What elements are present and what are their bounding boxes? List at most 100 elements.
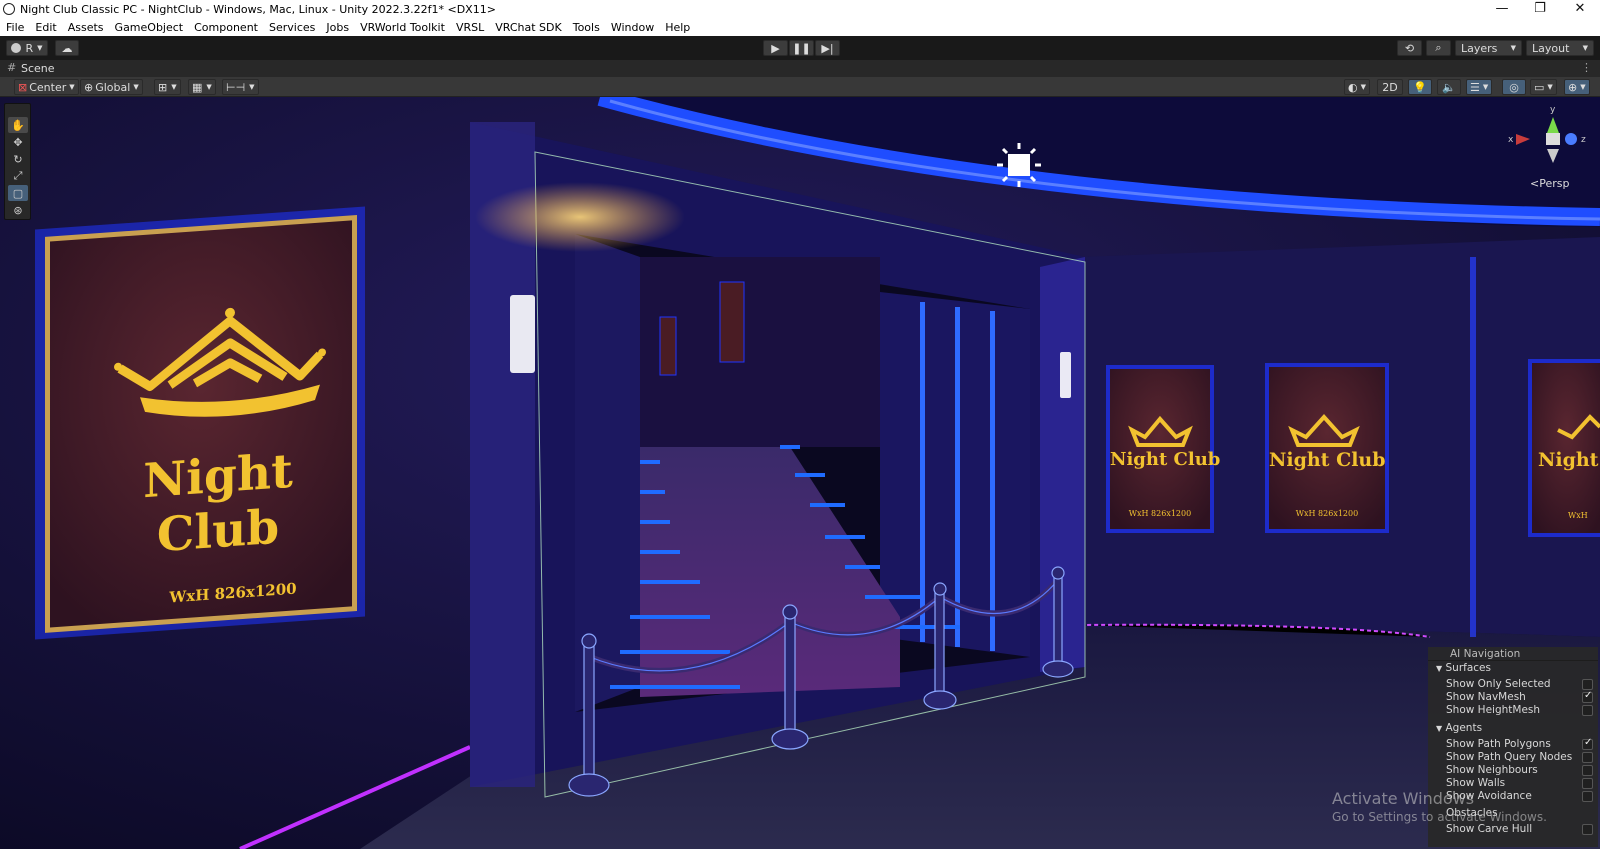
menu-edit[interactable]: Edit	[35, 19, 56, 36]
menu-help[interactable]: Help	[665, 19, 690, 36]
layers-label: Layers	[1461, 41, 1498, 55]
lightbulb-icon: 💡	[1413, 80, 1427, 94]
menu-gameobject[interactable]: GameObject	[115, 19, 184, 36]
pause-button[interactable]: ❚❚	[789, 40, 814, 56]
menu-tools[interactable]: Tools	[573, 19, 600, 36]
chevron-down-icon: ▼	[1510, 44, 1516, 52]
menu-file[interactable]: File	[6, 19, 24, 36]
show-navmesh-checkbox[interactable]	[1582, 690, 1593, 703]
scene-visibility-toggle[interactable]: ◎	[1502, 79, 1526, 95]
cloud-icon: ☁	[61, 41, 73, 55]
ai-navigation-header[interactable]: AI Navigation	[1428, 647, 1598, 661]
account-icon	[11, 43, 22, 53]
chevron-down-icon: ▼	[1547, 83, 1553, 91]
show-path-polygons-checkbox[interactable]	[1582, 737, 1593, 750]
shading-mode-dropdown[interactable]: ◐ ▼	[1344, 79, 1370, 95]
scene-tab-icon: #	[7, 61, 17, 74]
agents-label: Agents	[1445, 722, 1483, 734]
close-button[interactable]: ✕	[1570, 1, 1590, 16]
chevron-down-icon: ▼	[133, 83, 139, 91]
audio-toggle-button[interactable]: 🔈	[1437, 79, 1461, 95]
agents-section-toggle[interactable]: ▼ Agents	[1436, 722, 1482, 734]
poster-night-club-small-2	[1265, 363, 1389, 533]
show-avoidance-label: Show Avoidance	[1446, 790, 1532, 802]
grid-visibility-button[interactable]: ▦ ▼	[188, 79, 216, 95]
undo-history-button[interactable]: ⟲	[1397, 40, 1422, 56]
search-button[interactable]: ⌕	[1426, 40, 1451, 56]
hand-tool-icon[interactable]: ✋	[8, 117, 28, 133]
gizmos-dropdown[interactable]: ⊕ ▼	[1564, 79, 1590, 95]
cloud-button[interactable]: ☁	[55, 40, 79, 56]
rect-tool-icon[interactable]: ▢	[8, 185, 28, 201]
lighting-toggle-button[interactable]: 💡	[1408, 79, 1432, 95]
pivot-mode-dropdown[interactable]: ⊠ Center ▼	[14, 79, 79, 95]
grid-icon: ▦	[192, 80, 203, 94]
eye-slash-icon: ◎	[1509, 80, 1519, 94]
show-heightmesh-checkbox[interactable]	[1582, 705, 1593, 716]
maximize-button[interactable]: ❐	[1530, 1, 1550, 16]
menu-vrchat-sdk[interactable]: VRChat SDK	[495, 19, 562, 36]
step-button[interactable]: ▶|	[815, 40, 840, 56]
pivot-rotation-dropdown[interactable]: ⊕ Global ▼	[80, 79, 143, 95]
show-path-query-nodes-checkbox[interactable]	[1582, 752, 1593, 763]
effects-layers-icon: ☰	[1470, 80, 1480, 94]
play-button[interactable]: ▶	[763, 40, 788, 56]
chevron-down-icon: ▼	[1482, 83, 1489, 91]
menu-window[interactable]: Window	[611, 19, 654, 36]
layout-label: Layout	[1532, 41, 1570, 55]
increment-snap-button[interactable]: ⊢⊣ ▼	[222, 79, 259, 95]
scale-tool-icon[interactable]: ⤢	[8, 168, 28, 184]
chevron-down-icon: ▼	[37, 44, 43, 52]
menu-jobs[interactable]: Jobs	[326, 19, 349, 36]
window-title: Night Club Classic PC - NightClub - Wind…	[20, 3, 496, 16]
minimize-button[interactable]: —	[1492, 1, 1512, 16]
grid-snapping-button[interactable]: ⊞ ▼	[154, 79, 181, 95]
poster-partial-title: Night	[1538, 449, 1599, 471]
grid-snap-icon: ⊞	[158, 80, 168, 94]
chevron-down-icon: ▼	[1436, 664, 1443, 673]
history-icon: ⟲	[1404, 41, 1415, 55]
effects-dropdown[interactable]: ☰ ▼	[1466, 79, 1493, 95]
scene-viewport[interactable]: Night Club WxH 826x1200 Night Club WxH 8…	[0, 97, 1600, 849]
menu-assets[interactable]: Assets	[68, 19, 104, 36]
show-walls-checkbox[interactable]	[1582, 778, 1593, 789]
tab-scene[interactable]: Scene	[21, 62, 55, 75]
layers-dropdown[interactable]: Layers ▼	[1455, 40, 1522, 56]
projection-label: Persp	[1539, 177, 1570, 190]
audio-icon: 🔈	[1442, 80, 1456, 94]
obstacles-section-label[interactable]: Obstacles	[1446, 807, 1498, 819]
show-only-selected-label: Show Only Selected	[1446, 678, 1551, 690]
space-label: Global	[95, 80, 131, 94]
move-tool-icon[interactable]: ✥	[8, 134, 28, 150]
show-only-selected-checkbox[interactable]	[1582, 679, 1593, 690]
step-icon: ▶|	[821, 41, 834, 55]
projection-toggle[interactable]: <Persp	[1530, 177, 1569, 190]
menu-vrsl[interactable]: VRSL	[456, 19, 484, 36]
menu-services[interactable]: Services	[269, 19, 315, 36]
account-dropdown[interactable]: R ▼	[6, 40, 48, 56]
pivot-label: Center	[29, 80, 67, 94]
ai-navigation-title: AI Navigation	[1450, 648, 1521, 660]
rotate-tool-icon[interactable]: ↻	[8, 151, 28, 167]
show-walls-label: Show Walls	[1446, 777, 1506, 789]
chevron-down-icon: ▼	[69, 83, 75, 91]
chevron-down-icon: ▼	[1360, 83, 1366, 91]
poster-night-club-large	[35, 206, 365, 640]
search-icon: ⌕	[1435, 41, 1442, 54]
show-avoidance-checkbox[interactable]	[1582, 791, 1593, 802]
show-carve-hull-checkbox[interactable]	[1582, 824, 1593, 835]
menu-component[interactable]: Component	[194, 19, 258, 36]
layout-dropdown[interactable]: Layout ▼	[1526, 40, 1594, 56]
show-neighbours-checkbox[interactable]	[1582, 765, 1593, 776]
transform-tool-icon[interactable]: ⊛	[8, 202, 28, 218]
camera-settings-dropdown[interactable]: ▭ ▼	[1530, 79, 1557, 95]
poster-small-1-title: Night Club	[1110, 449, 1221, 470]
toggle-2d-button[interactable]: 2D	[1377, 79, 1403, 95]
shading-sphere-icon: ◐	[1348, 80, 1358, 94]
more-options-icon[interactable]: ⋮	[1581, 61, 1592, 74]
main-toolbar: R ▼ ☁ ▶ ❚❚ ▶| ⟲ ⌕ Layers ▼ Layout ▼	[0, 36, 1600, 60]
surfaces-section-toggle[interactable]: ▼ Surfaces	[1436, 662, 1491, 674]
menu-vrworld-toolkit[interactable]: VRWorld Toolkit	[360, 19, 445, 36]
z-axis-label: z	[1581, 135, 1586, 145]
chevron-down-icon: ▼	[171, 83, 177, 91]
